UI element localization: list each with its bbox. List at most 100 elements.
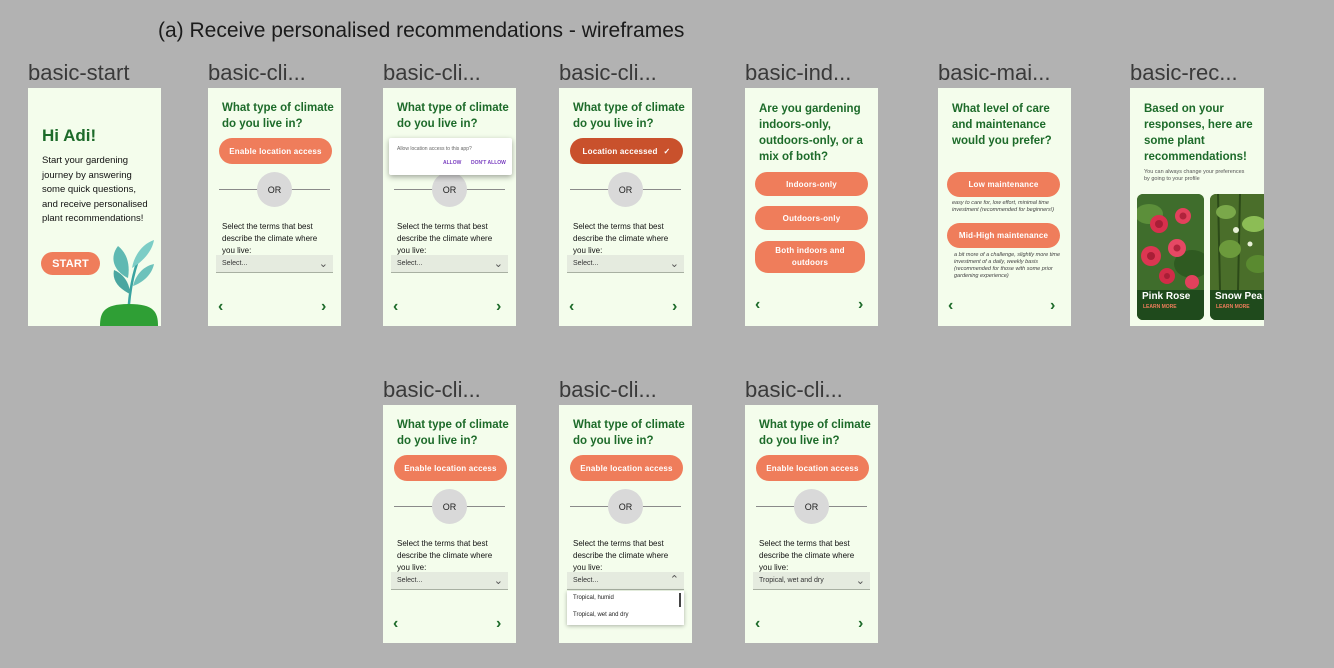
chevron-down-icon: ⌄	[493, 258, 503, 270]
climate-select[interactable]: Select... ⌄	[391, 572, 508, 590]
location-permission-dialog: Allow location access to this app? ALLOW…	[389, 138, 512, 175]
frame-climate-dialog: What type of climate do you live in? Ena…	[383, 88, 516, 326]
recommendation-note: You can always change your preferences b…	[1144, 169, 1245, 182]
dialog-text: Allow location access to this app?	[397, 146, 472, 152]
select-value: Select...	[573, 577, 599, 584]
card-title: Snow Pea	[1215, 291, 1263, 302]
select-value: Select...	[222, 260, 248, 267]
indoor-question: Are you gardening indoors-only, outdoors…	[759, 103, 863, 163]
location-accessed-button[interactable]: Location accessed ✓	[570, 138, 683, 164]
climate-terms-text: Select the terms that best describe the …	[573, 539, 669, 572]
or-badge: OR	[257, 172, 292, 207]
frame-start: Hi Adi! Start your gardening journey by …	[28, 88, 161, 326]
climate-question: What type of climate do you live in?	[397, 419, 509, 447]
dropdown-option[interactable]: Tropical, humid	[573, 595, 614, 601]
check-icon: ✓	[663, 146, 671, 156]
select-value: Select...	[573, 260, 599, 267]
climate-question: What type of climate do you live in?	[573, 102, 685, 130]
climate-select[interactable]: Select... ⌄	[391, 255, 508, 273]
climate-select[interactable]: Tropical, wet and dry ⌄	[753, 572, 870, 590]
enable-location-button[interactable]: Enable location access	[219, 138, 332, 164]
climate-select[interactable]: Select... ⌄	[567, 255, 684, 273]
back-arrow-icon[interactable]: ‹	[948, 297, 953, 315]
both-button[interactable]: Both indoors and outdoors	[755, 241, 865, 273]
frame-label-climate-3: basic-cli...	[559, 60, 657, 85]
next-arrow-icon[interactable]: ›	[321, 298, 326, 316]
climate-select[interactable]: Select... ⌃	[567, 572, 684, 590]
intro-text: Start your gardening journey by answerin…	[42, 155, 148, 224]
back-arrow-icon[interactable]: ‹	[755, 296, 760, 314]
climate-question: What type of climate do you live in?	[397, 102, 509, 130]
next-arrow-icon[interactable]: ›	[858, 296, 863, 314]
outdoors-only-button[interactable]: Outdoors-only	[755, 206, 868, 230]
frame-label-maintenance: basic-mai...	[938, 60, 1051, 85]
dialog-allow-button[interactable]: ALLOW	[443, 160, 461, 166]
start-button[interactable]: START	[41, 252, 100, 275]
select-value: Select...	[397, 260, 423, 267]
frame-climate-accessed: What type of climate do you live in? Loc…	[559, 88, 692, 326]
card-title: Pink Rose	[1142, 291, 1191, 302]
enable-location-button[interactable]: Enable location access	[756, 455, 869, 481]
next-arrow-icon[interactable]: ›	[496, 615, 501, 633]
climate-terms-text: Select the terms that best describe the …	[397, 222, 493, 255]
climate-terms-text: Select the terms that best describe the …	[397, 539, 493, 572]
back-arrow-icon[interactable]: ‹	[393, 298, 398, 316]
frame-label-recommendations: basic-rec...	[1130, 60, 1238, 85]
frame-label-climate-1: basic-cli...	[208, 60, 306, 85]
climate-question: What type of climate do you live in?	[573, 419, 685, 447]
frame-label-climate-6: basic-cli...	[745, 377, 843, 402]
back-arrow-icon[interactable]: ‹	[755, 615, 760, 633]
greeting: Hi Adi!	[42, 126, 97, 145]
chevron-down-icon: ⌄	[493, 575, 503, 587]
frame-label-indoor: basic-ind...	[745, 60, 852, 85]
select-value: Select...	[397, 577, 423, 584]
frame-climate-dropdown-open: What type of climate do you live in? Ena…	[559, 405, 692, 643]
high-maintenance-desc: a bit more of a challenge, slightly more…	[954, 252, 1061, 279]
learn-more-link[interactable]: LEARN MORE	[1216, 304, 1250, 310]
location-accessed-label: Location accessed	[582, 146, 658, 156]
dropdown-option[interactable]: Tropical, wet and dry	[573, 612, 628, 618]
plant-card-snow-pea[interactable]: Snow Pea LEARN MORE	[1210, 194, 1264, 320]
frame-climate-default: What type of climate do you live in? Ena…	[208, 88, 341, 326]
climate-question: What type of climate do you live in?	[759, 419, 871, 447]
frame-maintenance: What level of care and maintenance would…	[938, 88, 1071, 326]
frame-label-climate-5: basic-cli...	[559, 377, 657, 402]
indoors-only-button[interactable]: Indoors-only	[755, 172, 868, 196]
frame-label-climate-4: basic-cli...	[383, 377, 481, 402]
next-arrow-icon[interactable]: ›	[1050, 297, 1055, 315]
learn-more-link[interactable]: LEARN MORE	[1143, 304, 1177, 310]
low-maintenance-desc: easy to care for, low effort, minimal ti…	[952, 200, 1055, 213]
plant-card-pink-rose[interactable]: Pink Rose LEARN MORE	[1137, 194, 1204, 320]
back-arrow-icon[interactable]: ‹	[569, 298, 574, 316]
next-arrow-icon[interactable]: ›	[858, 615, 863, 633]
page-heading: (a) Receive personalised recommendations…	[158, 19, 685, 42]
low-maintenance-button[interactable]: Low maintenance	[947, 172, 1060, 197]
select-value: Tropical, wet and dry	[759, 577, 824, 584]
frame-label-climate-2: basic-cli...	[383, 60, 481, 85]
climate-dropdown-list: Tropical, humid Tropical, wet and dry	[567, 591, 684, 625]
scrollbar[interactable]	[679, 593, 681, 607]
climate-question: What type of climate do you live in?	[222, 102, 334, 130]
frame-indoor: Are you gardening indoors-only, outdoors…	[745, 88, 878, 326]
recommendation-intro: Based on your responses, here are some p…	[1144, 103, 1253, 163]
frame-recommendations: Based on your responses, here are some p…	[1130, 88, 1264, 326]
back-arrow-icon[interactable]: ‹	[393, 615, 398, 633]
chevron-up-icon: ⌃	[669, 574, 679, 586]
plant-illustration-icon	[100, 240, 158, 326]
enable-location-button[interactable]: Enable location access	[394, 455, 507, 481]
chevron-down-icon: ⌄	[669, 258, 679, 270]
frame-climate-selected: What type of climate do you live in? Ena…	[745, 405, 878, 643]
climate-terms-text: Select the terms that best describe the …	[222, 222, 318, 255]
climate-terms-text: Select the terms that best describe the …	[573, 222, 669, 255]
climate-terms-text: Select the terms that best describe the …	[759, 539, 855, 572]
dialog-deny-button[interactable]: DON'T ALLOW	[471, 160, 506, 166]
frame-climate-default-2: What type of climate do you live in? Ena…	[383, 405, 516, 643]
next-arrow-icon[interactable]: ›	[496, 298, 501, 316]
enable-location-button[interactable]: Enable location access	[570, 455, 683, 481]
climate-select[interactable]: Select... ⌄	[216, 255, 333, 273]
next-arrow-icon[interactable]: ›	[672, 298, 677, 316]
or-badge: OR	[608, 489, 643, 524]
high-maintenance-button[interactable]: Mid-High maintenance	[947, 223, 1060, 248]
chevron-down-icon: ⌄	[855, 575, 865, 587]
back-arrow-icon[interactable]: ‹	[218, 298, 223, 316]
